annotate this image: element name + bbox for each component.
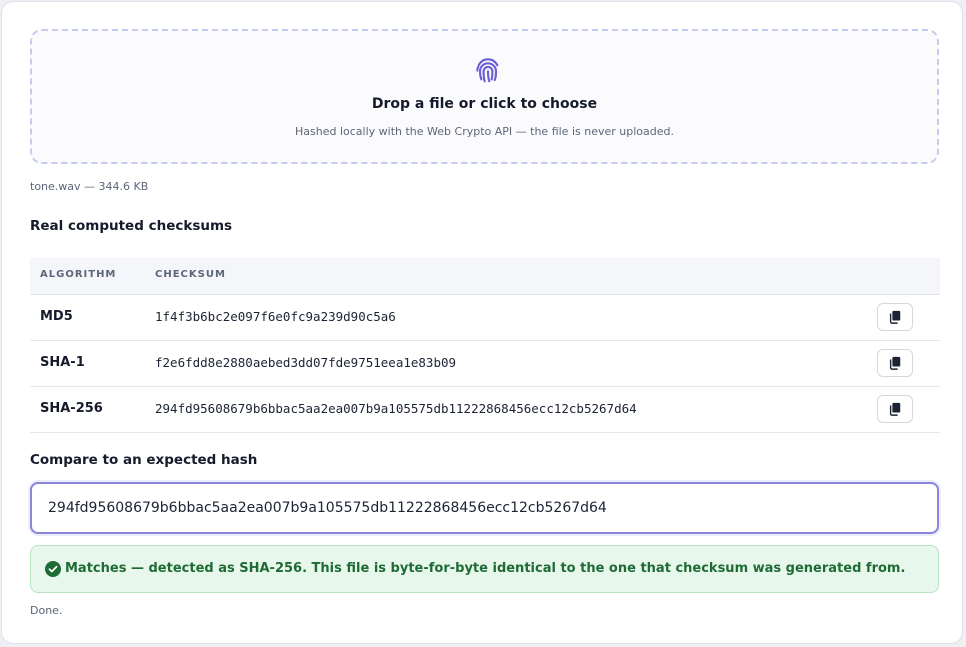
match-result-text: Matches — detected as SHA-256. This file…: [65, 561, 906, 576]
check-circle-icon: [45, 561, 61, 577]
hash-tool-card: Drop a file or click to choose Hashed lo…: [1, 1, 963, 644]
column-header-algorithm: ALGORITHM: [40, 269, 117, 280]
expected-hash-input[interactable]: [30, 482, 939, 534]
copy-icon: [889, 356, 901, 370]
algorithm-label: SHA-1: [40, 355, 85, 370]
copy-sha256-button[interactable]: [877, 395, 913, 423]
table-header: ALGORITHM CHECKSUM: [30, 258, 940, 295]
checksum-value[interactable]: 294fd95608679b6bbac5aa2ea007b9a105575db1…: [155, 401, 637, 416]
dropzone-subtitle: Hashed locally with the Web Crypto API —…: [295, 125, 674, 138]
algorithm-label: MD5: [40, 309, 73, 324]
copy-md5-button[interactable]: [877, 303, 913, 331]
copy-sha1-button[interactable]: [877, 349, 913, 377]
match-result-banner: Matches — detected as SHA-256. This file…: [30, 545, 939, 593]
table-row: SHA-256 294fd95608679b6bbac5aa2ea007b9a1…: [30, 387, 940, 433]
copy-icon: [889, 310, 901, 324]
checksums-table: ALGORITHM CHECKSUM MD5 1f4f3b6bc2e097f6e…: [30, 258, 940, 433]
status-text: Done.: [30, 604, 63, 617]
checksum-value[interactable]: f2e6fdd8e2880aebed3dd07fde9751eea1e83b09: [155, 355, 456, 370]
table-row: SHA-1 f2e6fdd8e2880aebed3dd07fde9751eea1…: [30, 341, 940, 387]
checksum-value[interactable]: 1f4f3b6bc2e097f6e0fc9a239d90c5a6: [155, 309, 396, 324]
table-row: MD5 1f4f3b6bc2e097f6e0fc9a239d90c5a6: [30, 295, 940, 341]
column-header-checksum: CHECKSUM: [155, 269, 226, 280]
checksums-title: Real computed checksums: [30, 218, 233, 234]
algorithm-label: SHA-256: [40, 401, 103, 416]
fingerprint-icon: [476, 58, 499, 83]
file-dropzone[interactable]: Drop a file or click to choose Hashed lo…: [30, 29, 939, 164]
file-info: tone.wav — 344.6 KB: [30, 180, 149, 193]
dropzone-title: Drop a file or click to choose: [371, 96, 598, 112]
compare-title: Compare to an expected hash: [30, 452, 258, 468]
copy-icon: [889, 402, 901, 416]
